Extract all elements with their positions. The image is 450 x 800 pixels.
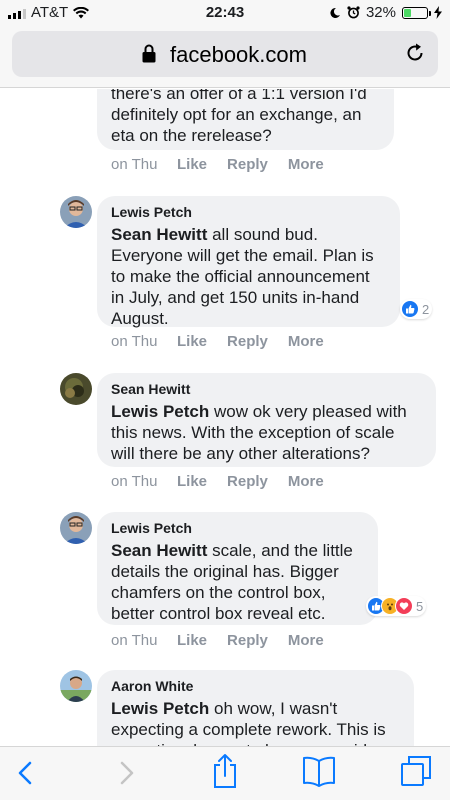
comment-actions: on Thu Like Reply More <box>111 156 344 173</box>
like-button[interactable]: Like <box>177 632 207 649</box>
avatar[interactable] <box>60 512 92 544</box>
comment-bubble: Lewis Petch Sean Hewitt all sound bud. E… <box>97 196 400 329</box>
reaction-count: 5 <box>416 598 424 614</box>
battery-icon <box>402 6 431 19</box>
forward-icon[interactable] <box>116 759 136 787</box>
comment-author[interactable]: Lewis Petch <box>111 520 364 536</box>
reaction-count: 2 <box>422 301 430 317</box>
reply-button[interactable]: Reply <box>227 333 268 350</box>
mention-link[interactable]: Sean Hewitt <box>111 541 207 560</box>
like-button[interactable]: Like <box>177 333 207 350</box>
lock-icon <box>142 44 156 63</box>
back-icon[interactable] <box>16 759 36 787</box>
mention-link[interactable]: Lewis Petch <box>111 699 209 718</box>
comment-actions: on Thu Like Reply More <box>111 632 344 649</box>
tabs-icon[interactable] <box>400 755 432 787</box>
more-button[interactable]: More <box>288 632 324 649</box>
reaction-summary[interactable]: 2 <box>400 299 433 319</box>
comment-bubble: Aaron White Lewis Petch oh wow, I wasn't… <box>97 670 414 746</box>
battery-percent: 32% <box>365 4 396 21</box>
comment-actions: on Thu Like Reply More <box>111 333 344 350</box>
share-icon[interactable] <box>211 753 239 789</box>
comment-actions: on Thu Like Reply More <box>111 473 344 490</box>
like-button[interactable]: Like <box>177 156 207 173</box>
comment-author[interactable]: Aaron White <box>111 678 400 694</box>
comment-text: there's an offer of a 1:1 version I'd de… <box>111 89 367 145</box>
comment-timestamp: on Thu <box>111 156 158 173</box>
reply-button[interactable]: Reply <box>227 473 268 490</box>
more-button[interactable]: More <box>288 333 324 350</box>
status-bar: AT&T 22:43 32% <box>0 0 450 26</box>
comment-text: Lewis Petch oh wow, I wasn't expecting a… <box>111 698 400 746</box>
reload-icon[interactable] <box>404 42 426 64</box>
reaction-summary[interactable]: 5 <box>366 596 427 616</box>
comment-timestamp: on Thu <box>111 473 158 490</box>
avatar[interactable] <box>60 196 92 228</box>
more-button[interactable]: More <box>288 473 324 490</box>
alarm-icon <box>347 6 360 19</box>
url-text[interactable]: facebook.com <box>170 42 307 68</box>
like-button[interactable]: Like <box>177 473 207 490</box>
avatar[interactable] <box>60 670 92 702</box>
comment-bubble: Lewis Petch Sean Hewitt scale, and the l… <box>97 512 378 625</box>
comment-timestamp: on Thu <box>111 333 158 350</box>
comment-text: Sean Hewitt scale, and the little detail… <box>111 540 364 624</box>
moon-icon <box>330 7 340 18</box>
comment-thread: there's an offer of a 1:1 version I'd de… <box>0 89 450 746</box>
reply-button[interactable]: Reply <box>227 156 268 173</box>
comment-text: Sean Hewitt all sound bud. Everyone will… <box>111 224 386 329</box>
like-reaction-icon <box>401 300 419 318</box>
love-reaction-icon <box>395 597 413 615</box>
comment-text: Lewis Petch wow ok very pleased with thi… <box>111 401 422 464</box>
browser-toolbar <box>0 746 450 800</box>
mention-link[interactable]: Sean Hewitt <box>111 225 207 244</box>
mention-link[interactable]: Lewis Petch <box>111 402 209 421</box>
more-button[interactable]: More <box>288 156 324 173</box>
comment-timestamp: on Thu <box>111 632 158 649</box>
comment-bubble: Sean Hewitt Lewis Petch wow ok very plea… <box>97 373 436 467</box>
browser-address-area: facebook.com <box>0 26 450 88</box>
comment-author[interactable]: Sean Hewitt <box>111 381 422 397</box>
comment-author[interactable]: Lewis Petch <box>111 204 386 220</box>
reply-button[interactable]: Reply <box>227 632 268 649</box>
bookmarks-icon[interactable] <box>302 755 336 787</box>
address-bar[interactable]: facebook.com <box>12 31 438 77</box>
comment-bubble: there's an offer of a 1:1 version I'd de… <box>97 89 394 150</box>
avatar[interactable] <box>60 373 92 405</box>
charging-icon <box>434 6 442 19</box>
